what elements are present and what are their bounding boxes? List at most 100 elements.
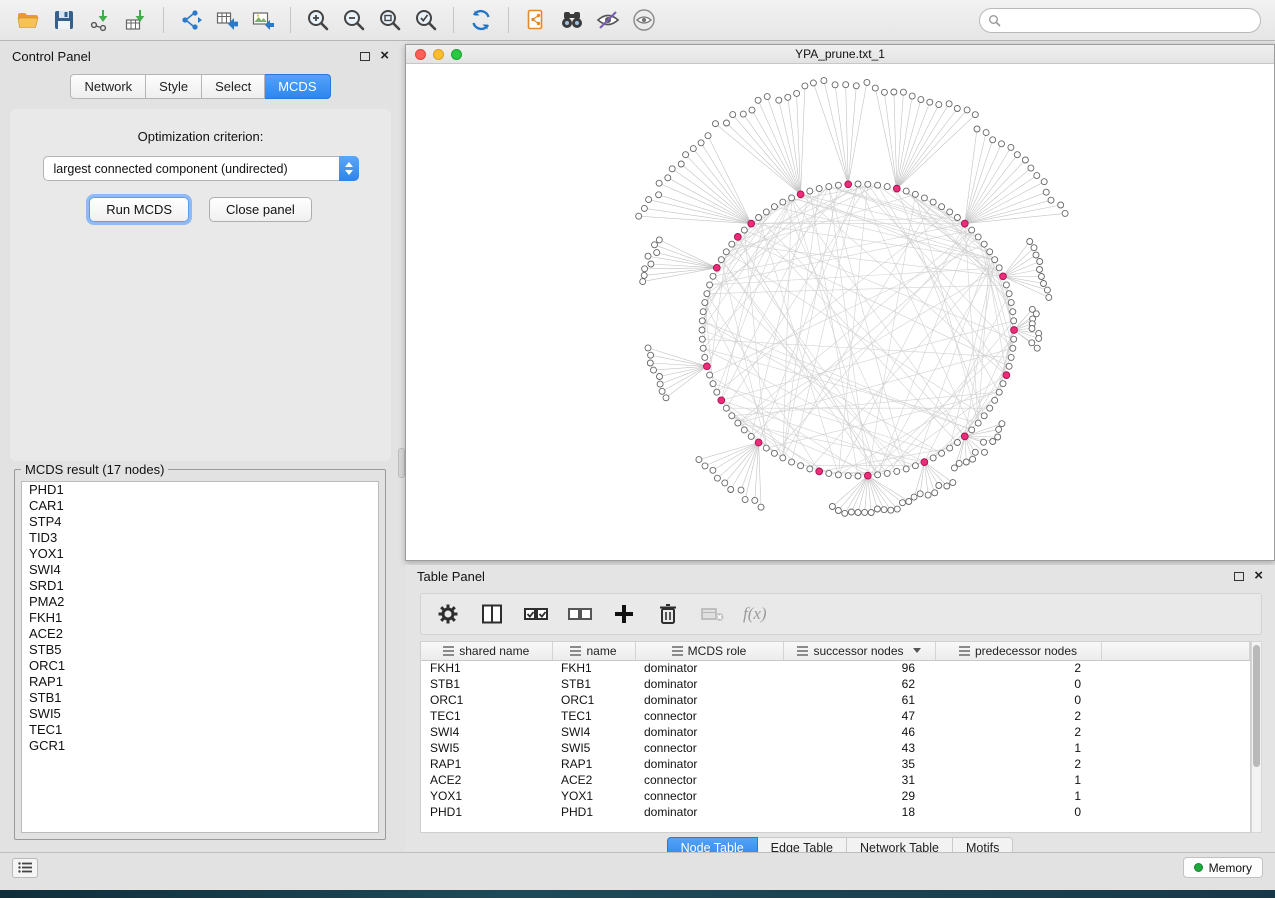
zoom-out-icon[interactable] bbox=[336, 3, 372, 37]
close-panel-icon[interactable]: × bbox=[380, 51, 389, 61]
table-scrollbar[interactable] bbox=[1251, 641, 1262, 833]
status-bar: Memory bbox=[0, 852, 1275, 882]
mcds-result-item[interactable]: PHD1 bbox=[22, 482, 378, 498]
search-icon bbox=[988, 14, 1002, 28]
import-network-file-icon[interactable] bbox=[82, 3, 118, 37]
tab-network[interactable]: Network bbox=[70, 74, 146, 99]
window-minimize-icon[interactable] bbox=[433, 49, 444, 60]
mcds-result-item[interactable]: ORC1 bbox=[22, 658, 378, 674]
column-type-icon bbox=[959, 646, 970, 656]
clipboard-share-icon[interactable] bbox=[518, 3, 554, 37]
close-table-panel-icon[interactable]: × bbox=[1254, 571, 1263, 581]
open-file-icon[interactable] bbox=[10, 3, 46, 37]
optimization-criterion-select[interactable]: largest connected component (undirected) bbox=[43, 156, 359, 181]
control-panel-header: Control Panel × bbox=[0, 44, 401, 68]
table-row[interactable]: STB1STB1dominator620 bbox=[421, 676, 1250, 692]
table-row[interactable]: ORC1ORC1dominator610 bbox=[421, 692, 1250, 708]
status-list-button[interactable] bbox=[12, 858, 38, 878]
mcds-result-item[interactable]: STB5 bbox=[22, 642, 378, 658]
refresh-view-icon[interactable] bbox=[463, 3, 499, 37]
column-header-mcds-role[interactable]: MCDS role bbox=[635, 642, 783, 660]
delete-columns-icon[interactable] bbox=[655, 601, 681, 627]
column-type-icon bbox=[443, 646, 454, 656]
network-canvas[interactable] bbox=[406, 64, 1274, 560]
function-builder-icon[interactable]: f(x) bbox=[743, 604, 767, 624]
table-row[interactable]: SWI5SWI5connector431 bbox=[421, 740, 1250, 756]
mcds-result-fieldset: MCDS result (17 nodes) PHD1CAR1STP4TID3Y… bbox=[14, 462, 386, 840]
clear-disabled-icon[interactable] bbox=[699, 601, 725, 627]
deselect-all-icon[interactable] bbox=[567, 601, 593, 627]
mcds-result-item[interactable]: STB1 bbox=[22, 690, 378, 706]
mcds-result-item[interactable]: SRD1 bbox=[22, 578, 378, 594]
close-panel-button[interactable]: Close panel bbox=[209, 197, 312, 222]
save-icon[interactable] bbox=[46, 3, 82, 37]
node-table-body: FKH1FKH1dominator962STB1STB1dominator620… bbox=[421, 660, 1250, 820]
find-icon[interactable] bbox=[554, 3, 590, 37]
column-header-predecessor-nodes[interactable]: predecessor nodes bbox=[935, 642, 1101, 660]
mcds-result-item[interactable]: SWI5 bbox=[22, 706, 378, 722]
column-header-name[interactable]: name bbox=[552, 642, 635, 660]
sort-dropdown-icon[interactable] bbox=[913, 648, 921, 653]
list-icon bbox=[18, 862, 32, 873]
search-box[interactable] bbox=[979, 8, 1261, 33]
column-type-icon bbox=[672, 646, 683, 656]
table-header-row: shared name name MCDS role successor nod… bbox=[421, 642, 1250, 660]
mcds-result-item[interactable]: FKH1 bbox=[22, 610, 378, 626]
window-close-icon[interactable] bbox=[415, 49, 426, 60]
mcds-result-item[interactable]: STP4 bbox=[22, 514, 378, 530]
toolbar-separator bbox=[163, 7, 164, 33]
mcds-result-item[interactable]: TID3 bbox=[22, 530, 378, 546]
tab-style[interactable]: Style bbox=[146, 74, 202, 99]
zoom-fit-icon[interactable] bbox=[372, 3, 408, 37]
table-row[interactable]: RAP1RAP1dominator352 bbox=[421, 756, 1250, 772]
column-type-icon bbox=[570, 646, 581, 656]
table-row[interactable]: PHD1PHD1dominator180 bbox=[421, 804, 1250, 820]
table-scrollbar-thumb[interactable] bbox=[1253, 645, 1260, 767]
mcds-result-item[interactable]: YOX1 bbox=[22, 546, 378, 562]
table-row[interactable]: ACE2ACE2connector311 bbox=[421, 772, 1250, 788]
run-mcds-button[interactable]: Run MCDS bbox=[89, 197, 189, 222]
column-header-successor-nodes[interactable]: successor nodes bbox=[783, 642, 935, 660]
table-row[interactable]: YOX1YOX1connector291 bbox=[421, 788, 1250, 804]
mcds-result-item[interactable]: GCR1 bbox=[22, 738, 378, 754]
mcds-result-item[interactable]: RAP1 bbox=[22, 674, 378, 690]
import-table-file-icon[interactable] bbox=[118, 3, 154, 37]
toggle-graphics-details-icon[interactable] bbox=[590, 3, 626, 37]
mcds-result-item[interactable]: TEC1 bbox=[22, 722, 378, 738]
tab-select[interactable]: Select bbox=[202, 74, 265, 99]
float-panel-icon[interactable] bbox=[360, 52, 370, 61]
export-table-icon[interactable] bbox=[209, 3, 245, 37]
network-window: YPA_prune.txt_1 bbox=[405, 44, 1275, 561]
select-all-icon[interactable] bbox=[523, 601, 549, 627]
export-network-icon[interactable] bbox=[173, 3, 209, 37]
add-column-icon[interactable] bbox=[611, 601, 637, 627]
mcds-result-item[interactable]: SWI4 bbox=[22, 562, 378, 578]
mcds-result-item[interactable]: CAR1 bbox=[22, 498, 378, 514]
table-panel-title: Table Panel bbox=[417, 569, 485, 584]
table-options-icon[interactable] bbox=[435, 601, 461, 627]
zoom-in-icon[interactable] bbox=[300, 3, 336, 37]
tab-mcds[interactable]: MCDS bbox=[265, 74, 330, 99]
float-table-panel-icon[interactable] bbox=[1234, 572, 1244, 581]
show-hide-columns-icon[interactable] bbox=[479, 601, 505, 627]
control-panel-tabs: Network Style Select MCDS bbox=[0, 74, 401, 99]
column-header-shared-name[interactable]: shared name bbox=[421, 642, 552, 660]
show-hide-icon[interactable] bbox=[626, 3, 662, 37]
table-panel: Table Panel × bbox=[405, 565, 1275, 859]
panel-divider-grip[interactable] bbox=[398, 448, 405, 478]
table-panel-header: Table Panel × bbox=[405, 565, 1275, 587]
network-window-titlebar[interactable]: YPA_prune.txt_1 bbox=[406, 45, 1274, 64]
table-row[interactable]: SWI4SWI4dominator462 bbox=[421, 724, 1250, 740]
window-zoom-icon[interactable] bbox=[451, 49, 462, 60]
zoom-selected-icon[interactable] bbox=[408, 3, 444, 37]
network-view[interactable] bbox=[406, 64, 1274, 560]
mcds-result-item[interactable]: PMA2 bbox=[22, 594, 378, 610]
table-row[interactable]: FKH1FKH1dominator962 bbox=[421, 660, 1250, 676]
application-window: Control Panel × Network Style Select MCD… bbox=[0, 0, 1275, 890]
memory-status-icon bbox=[1194, 863, 1203, 872]
table-row[interactable]: TEC1TEC1connector472 bbox=[421, 708, 1250, 724]
mcds-result-item[interactable]: ACE2 bbox=[22, 626, 378, 642]
search-input[interactable] bbox=[1002, 14, 1260, 28]
export-image-icon[interactable] bbox=[245, 3, 281, 37]
memory-button[interactable]: Memory bbox=[1183, 857, 1263, 878]
